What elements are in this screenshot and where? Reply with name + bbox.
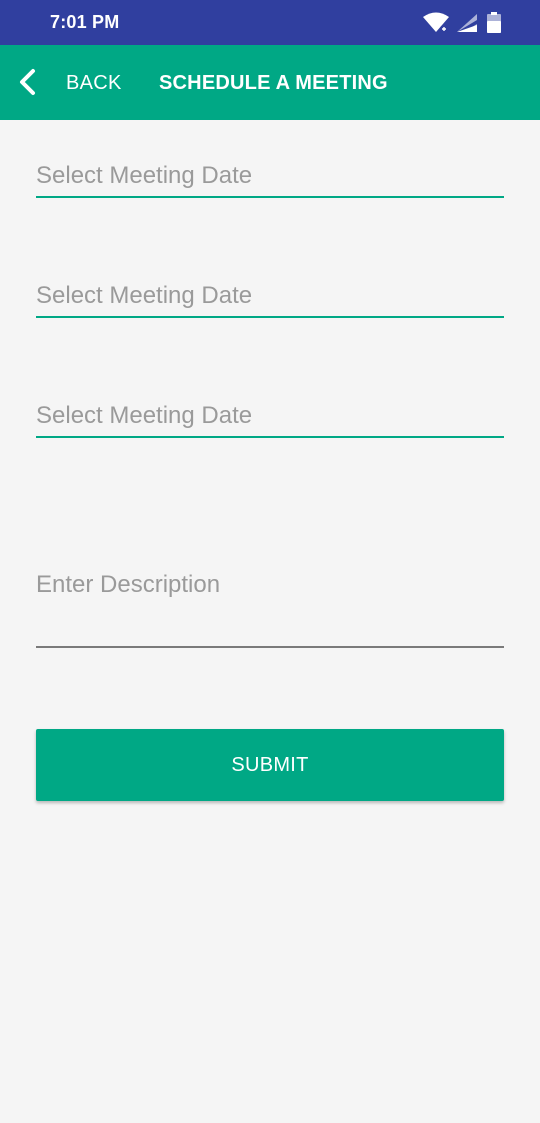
meeting-date-field-3[interactable]: Select Meeting Date — [36, 390, 504, 450]
submit-button[interactable]: SUBMIT — [36, 729, 504, 801]
signal-icon — [456, 12, 478, 39]
meeting-date-placeholder: Select Meeting Date — [36, 282, 253, 309]
status-bar: 7:01 PM — [0, 0, 540, 45]
meeting-date-field-1[interactable]: Select Meeting Date — [36, 150, 504, 210]
back-button[interactable]: BACK — [10, 61, 130, 103]
app-bar: BACK SCHEDULE A MEETING — [0, 45, 540, 120]
meeting-date-placeholder: Select Meeting Date — [36, 402, 253, 429]
field-underline — [36, 436, 504, 438]
back-label: BACK — [66, 72, 122, 94]
field-underline — [36, 316, 504, 318]
chevron-left-icon — [16, 68, 40, 96]
meeting-date-field-2[interactable]: Select Meeting Date — [36, 270, 504, 330]
wifi-icon — [422, 12, 450, 39]
field-underline — [36, 196, 504, 198]
meeting-date-placeholder: Select Meeting Date — [36, 162, 253, 189]
status-time: 7:01 PM — [50, 12, 120, 32]
description-placeholder: Enter Description — [36, 571, 221, 598]
page-title: SCHEDULE A MEETING — [159, 72, 388, 94]
description-field[interactable]: Enter Description — [36, 560, 504, 650]
field-underline — [36, 646, 504, 648]
battery-icon — [486, 12, 502, 39]
